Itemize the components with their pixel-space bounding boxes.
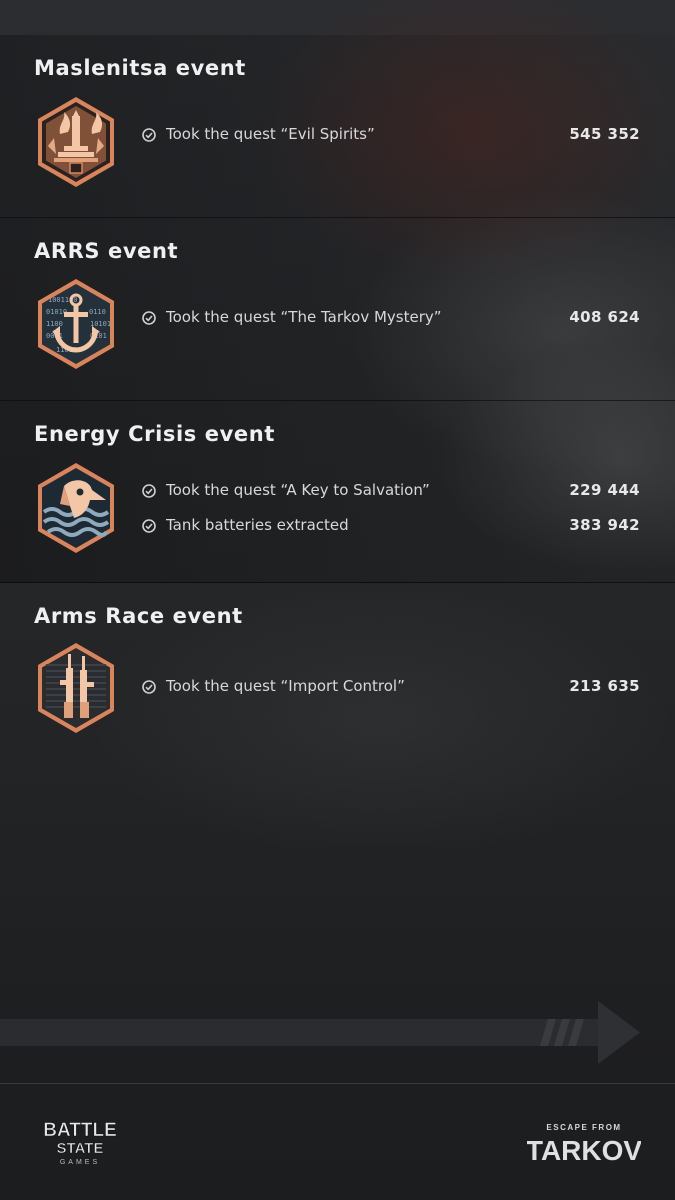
stat-label: Took the quest “The Tarkov Mystery” <box>166 308 442 326</box>
svg-text:BATTLE: BATTLE <box>43 1120 117 1141</box>
section-title: Arms Race event <box>34 604 243 628</box>
binary-text: 1100 <box>46 320 63 328</box>
svg-text:STATE: STATE <box>57 1140 104 1157</box>
check-circle-icon <box>142 311 156 325</box>
stat-row: Took the quest “Evil Spirits” 545 352 <box>142 125 640 147</box>
stat-label: Took the quest “Import Control” <box>166 677 405 695</box>
check-circle-icon <box>142 519 156 533</box>
stat-value: 408 624 <box>569 308 640 326</box>
footer-divider <box>0 1083 675 1084</box>
section-title: ARRS event <box>34 239 179 263</box>
battlestate-games-logo: BATTLE STATE GAMES <box>43 1120 117 1166</box>
binary-text: 0110 <box>89 308 106 316</box>
stat-label: Tank batteries extracted <box>166 516 349 534</box>
stat-label: Took the quest “A Key to Salvation” <box>166 481 430 499</box>
svg-text:ESCAPE FROM: ESCAPE FROM <box>546 1123 621 1132</box>
escape-from-tarkov-logo: ESCAPE FROM TARKOV <box>527 1123 641 1164</box>
stat-row: Took the quest “A Key to Salvation” 229 … <box>142 481 640 503</box>
stat-row: Tank batteries extracted 383 942 <box>142 516 640 538</box>
rifles-badge-icon <box>38 643 114 733</box>
stat-row: Took the quest “Import Control” 213 635 <box>142 677 640 699</box>
anchor-badge-icon: 1001100 01010 0110 1100 10101 0001 0101 … <box>38 279 114 369</box>
arrow-right-icon <box>0 1001 640 1064</box>
check-circle-icon <box>142 128 156 142</box>
section-title: Energy Crisis event <box>34 422 275 446</box>
binary-text: 01010 <box>46 308 67 316</box>
section-title: Maslenitsa event <box>34 56 246 80</box>
check-circle-icon <box>142 484 156 498</box>
svg-text:TARKOV: TARKOV <box>527 1135 641 1164</box>
stat-row: Took the quest “The Tarkov Mystery” 408 … <box>142 308 640 330</box>
check-circle-icon <box>142 680 156 694</box>
binary-text: 10101 <box>90 320 111 328</box>
section-divider <box>0 582 675 583</box>
stat-value: 545 352 <box>569 125 640 143</box>
plague-doctor-badge-icon <box>38 463 114 553</box>
stat-value: 229 444 <box>569 481 640 499</box>
stat-value: 213 635 <box>569 677 640 695</box>
stat-label: Took the quest “Evil Spirits” <box>166 125 375 143</box>
svg-text:GAMES: GAMES <box>60 1159 100 1166</box>
stat-value: 383 942 <box>569 516 640 534</box>
maslenitsa-badge-icon <box>38 97 114 187</box>
